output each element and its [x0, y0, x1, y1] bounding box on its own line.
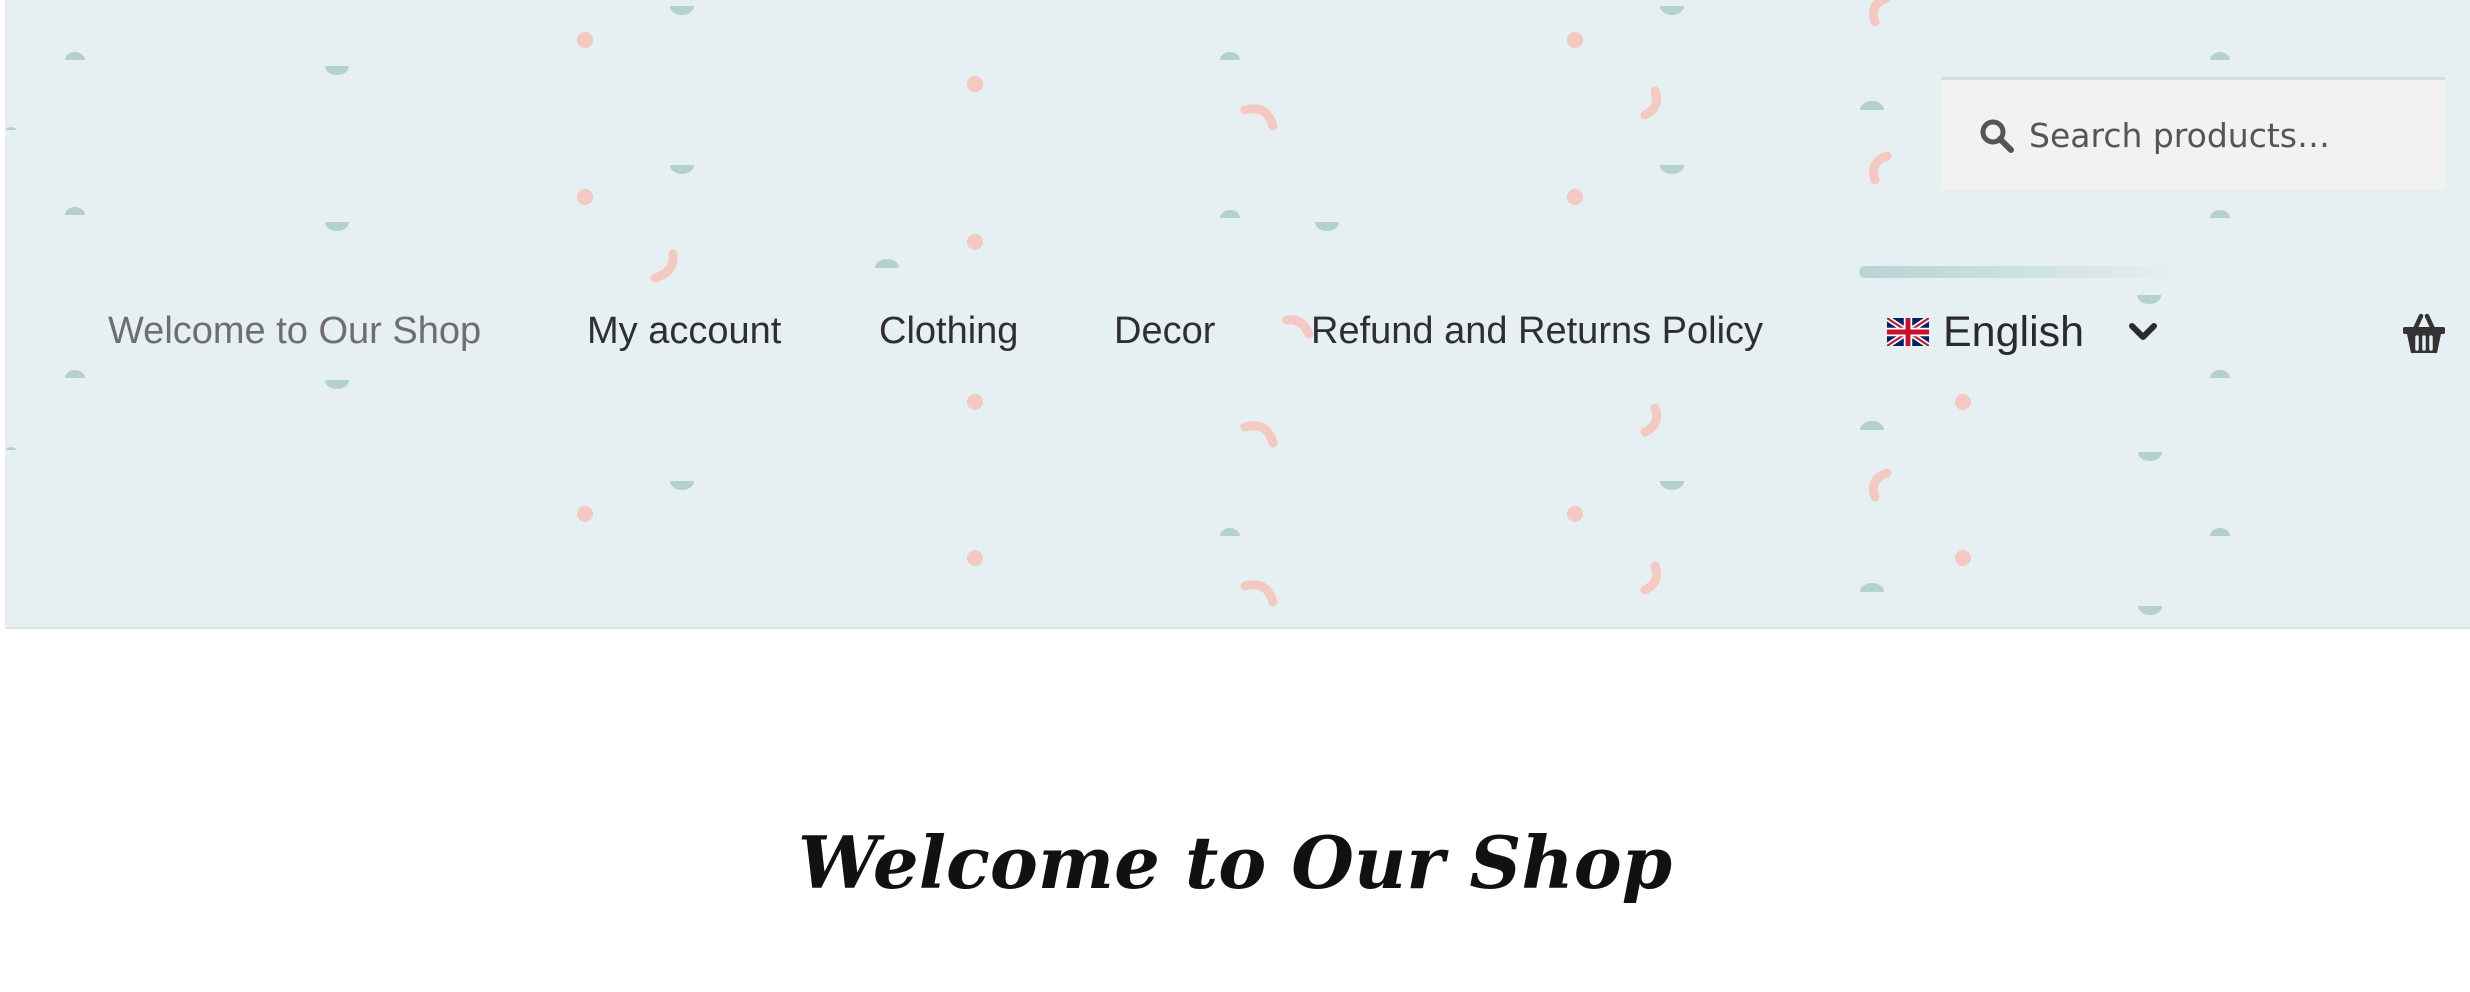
- nav-item-refund-policy[interactable]: Refund and Returns Policy: [1311, 310, 1763, 353]
- basket-icon[interactable]: [2401, 313, 2447, 355]
- search-icon: [1980, 119, 2014, 153]
- nav-item-clothing[interactable]: Clothing: [879, 310, 1018, 353]
- site-header: Welcome to Our Shop My account Clothing …: [5, 0, 2470, 629]
- page-title: Welcome to Our Shop: [797, 820, 1673, 906]
- language-switcher-underline: [1859, 266, 2179, 278]
- nav-item-decor[interactable]: Decor: [1114, 310, 1215, 353]
- language-label: English: [1943, 307, 2085, 356]
- chevron-down-icon: [2129, 323, 2158, 340]
- nav-item-welcome[interactable]: Welcome to Our Shop: [108, 310, 481, 353]
- search-input[interactable]: [2029, 102, 2429, 168]
- search-form: [1941, 77, 2445, 190]
- uk-flag-icon: [1887, 318, 1929, 346]
- language-selector[interactable]: English: [1887, 302, 2158, 362]
- nav-item-my-account[interactable]: My account: [587, 310, 781, 353]
